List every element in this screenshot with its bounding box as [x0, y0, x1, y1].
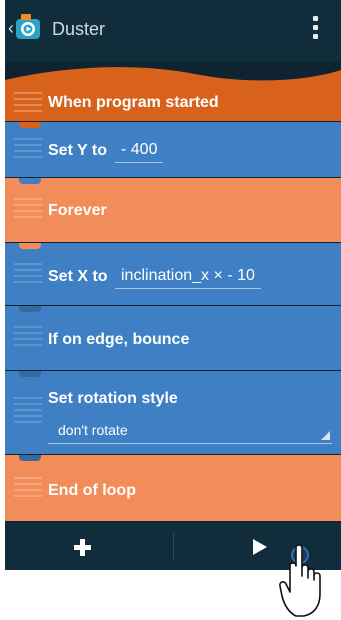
brick-label: Set Y to: [48, 142, 107, 159]
chevron-left-icon[interactable]: ‹: [8, 17, 14, 39]
brick-label: When program started: [48, 94, 219, 111]
brick-set-y[interactable]: Set Y to - 400: [5, 122, 341, 177]
brick-label: Set rotation style: [48, 390, 178, 407]
y-value-field[interactable]: - 400: [115, 140, 164, 163]
brick-connector: [19, 371, 41, 377]
brick-label: If on edge, bounce: [48, 331, 190, 348]
plus-icon[interactable]: [51, 529, 121, 564]
script-brick-list: When program started Set Y to - 400 Fore…: [5, 62, 341, 522]
page-title: Duster: [52, 19, 106, 39]
app-screen: ‹ Duster When program started Set Y to -…: [5, 0, 341, 570]
brick-connector: [19, 122, 41, 128]
brick-connector: [19, 455, 41, 461]
dropdown-arrow-icon: [321, 431, 330, 440]
divider: [173, 533, 174, 560]
brick-label: Set X to: [48, 268, 108, 285]
brick-set-rotation-style[interactable]: Set rotation style don't rotate: [5, 371, 341, 454]
brick-connector: [19, 306, 41, 312]
brick-set-x[interactable]: Set X to inclination_x × - 10: [5, 243, 341, 305]
action-bar: ‹ Duster: [5, 0, 341, 62]
brick-label: Forever: [48, 202, 107, 219]
brick-end-of-loop[interactable]: End of loop: [5, 455, 341, 521]
brick-label: End of loop: [48, 482, 136, 499]
pocket-code-camera-icon[interactable]: [15, 13, 41, 41]
overflow-menu-icon[interactable]: [311, 16, 321, 42]
brick-connector: [19, 178, 41, 184]
x-value-field[interactable]: inclination_x × - 10: [115, 266, 261, 289]
brick-if-on-edge-bounce[interactable]: If on edge, bounce: [5, 306, 341, 370]
brick-when-program-started[interactable]: When program started: [5, 86, 341, 121]
rotation-style-dropdown[interactable]: don't rotate: [48, 421, 332, 444]
brick-forever[interactable]: Forever: [5, 178, 341, 242]
hand-pointer-icon: [279, 544, 321, 617]
dropdown-selected-value: don't rotate: [58, 422, 128, 438]
brick-connector: [19, 243, 41, 249]
